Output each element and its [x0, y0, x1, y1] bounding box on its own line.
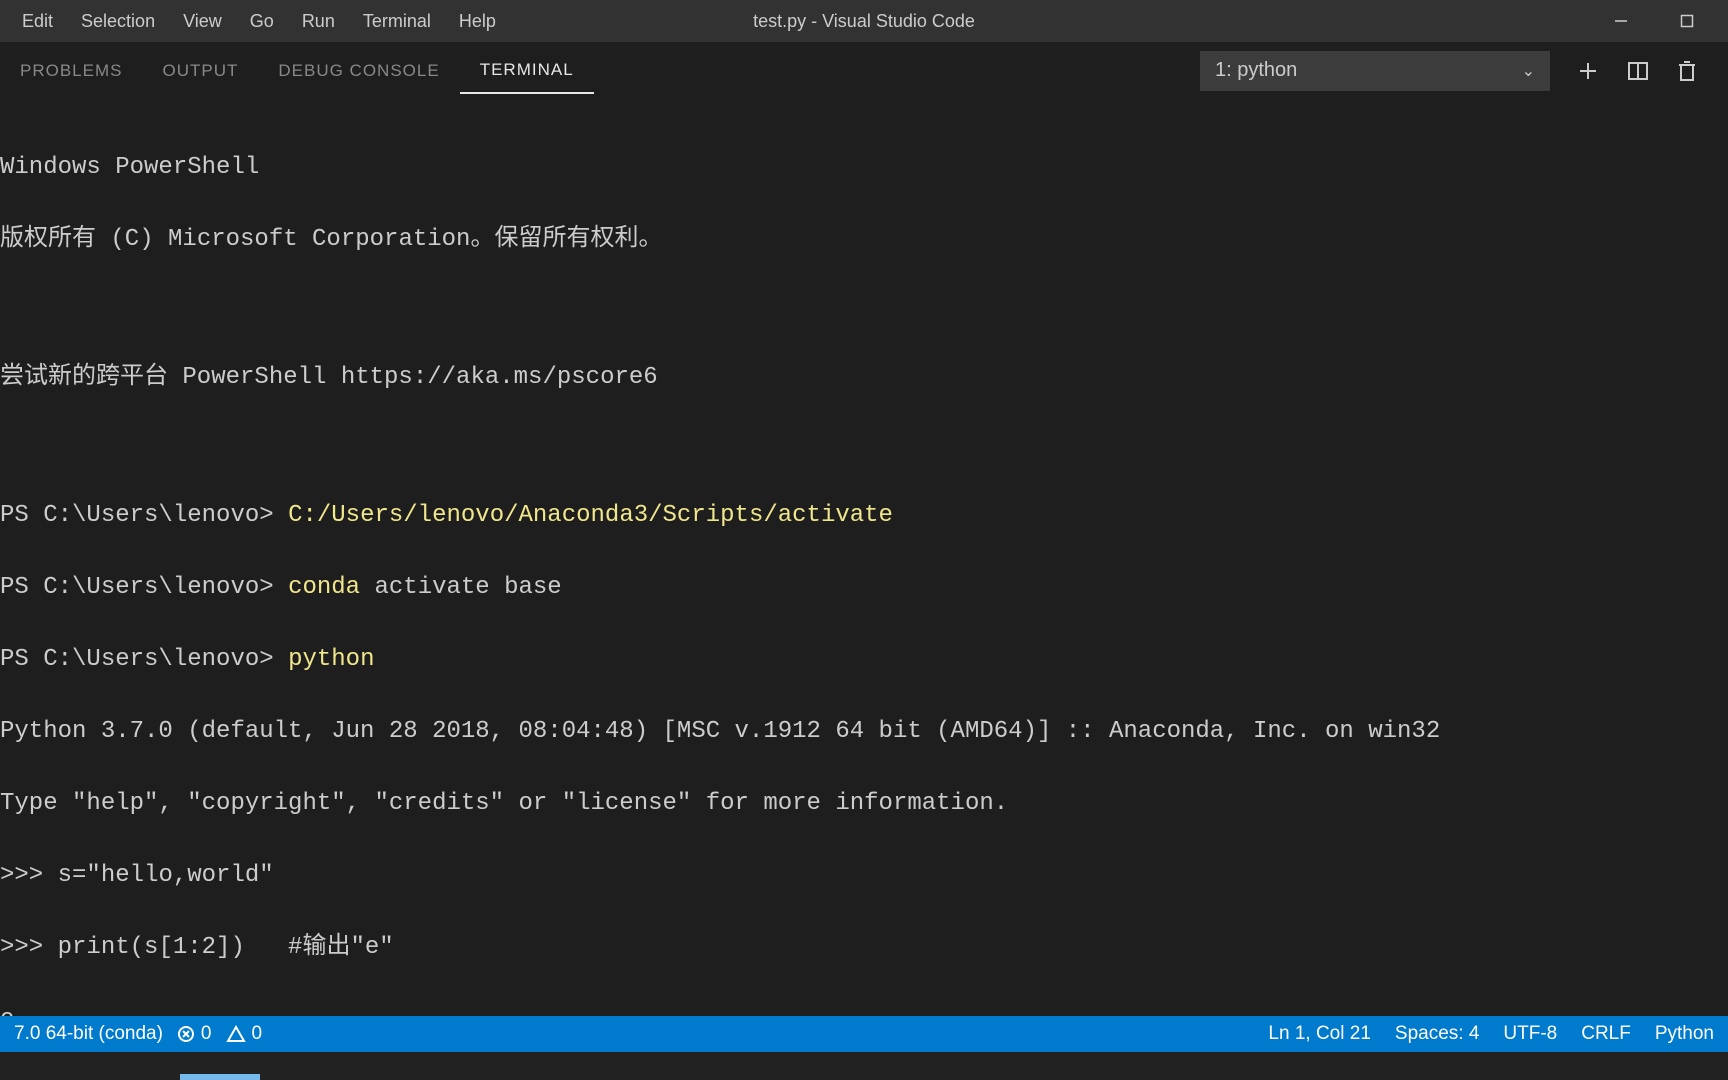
- status-cursor-position[interactable]: Ln 1, Col 21: [1268, 1023, 1370, 1045]
- maximize-icon: [1680, 14, 1694, 28]
- py-input: s="hello,world": [43, 862, 273, 889]
- status-interpreter[interactable]: 7.0 64-bit (conda): [14, 1023, 163, 1045]
- terminal-line: Python 3.7.0 (default, Jun 28 2018, 08:0…: [0, 714, 1728, 750]
- menu-bar: Edit Selection View Go Run Terminal Help: [8, 5, 510, 38]
- window-title: test.py - Visual Studio Code: [753, 11, 975, 32]
- terminal-line: 版权所有 (C) Microsoft Corporation。保留所有权利。: [0, 222, 1728, 258]
- split-icon: [1626, 59, 1650, 83]
- status-encoding[interactable]: UTF-8: [1503, 1023, 1557, 1045]
- minimize-icon: [1614, 14, 1628, 28]
- terminal-content[interactable]: Windows PowerShell 版权所有 (C) Microsoft Co…: [0, 100, 1728, 1080]
- menu-selection[interactable]: Selection: [67, 5, 169, 38]
- new-terminal-button[interactable]: [1576, 59, 1600, 83]
- cmd-text: C:/Users/lenovo/Anaconda3/Scripts/activa…: [288, 502, 893, 529]
- trash-icon: [1676, 59, 1698, 83]
- menu-go[interactable]: Go: [236, 5, 288, 38]
- status-errors-count: 0: [201, 1023, 212, 1045]
- status-eol[interactable]: CRLF: [1581, 1023, 1631, 1045]
- titlebar: Edit Selection View Go Run Terminal Help…: [0, 0, 1728, 42]
- window-controls: [1598, 6, 1720, 36]
- kill-terminal-button[interactable]: [1676, 59, 1698, 83]
- terminal-line: >>> s="hello,world": [0, 858, 1728, 894]
- menu-terminal[interactable]: Terminal: [349, 5, 445, 38]
- menu-run[interactable]: Run: [288, 5, 349, 38]
- tab-terminal[interactable]: TERMINAL: [460, 48, 594, 94]
- menu-view[interactable]: View: [169, 5, 236, 38]
- cmd-text: conda: [288, 574, 360, 601]
- terminal-line: PS C:\Users\lenovo> python: [0, 642, 1728, 678]
- tab-debug-console[interactable]: DEBUG CONSOLE: [258, 49, 459, 93]
- status-language[interactable]: Python: [1655, 1023, 1714, 1045]
- terminal-line: PS C:\Users\lenovo> conda activate base: [0, 570, 1728, 606]
- status-errors[interactable]: 0: [177, 1023, 212, 1045]
- tab-problems[interactable]: PROBLEMS: [0, 49, 142, 93]
- error-icon: [177, 1025, 195, 1043]
- warning-icon: [226, 1025, 246, 1043]
- status-indent[interactable]: Spaces: 4: [1395, 1023, 1480, 1045]
- os-taskbar[interactable]: [0, 1052, 1728, 1080]
- cmd-text: python: [288, 646, 374, 673]
- menu-help[interactable]: Help: [445, 5, 510, 38]
- chevron-down-icon: ⌄: [1522, 61, 1535, 81]
- terminal-line: 尝试新的跨平台 PowerShell https://aka.ms/pscore…: [0, 360, 1728, 396]
- panel-actions: 1: python ⌄: [1200, 51, 1718, 91]
- plus-icon: [1576, 59, 1600, 83]
- ps-prompt: PS C:\Users\lenovo>: [0, 574, 274, 601]
- tab-output[interactable]: OUTPUT: [142, 49, 258, 93]
- minimize-button[interactable]: [1598, 6, 1644, 36]
- ps-prompt: PS C:\Users\lenovo>: [0, 646, 274, 673]
- py-prompt: >>>: [0, 862, 43, 889]
- status-bar: 7.0 64-bit (conda) 0 0 Ln 1, Col 21 Spac…: [0, 1016, 1728, 1052]
- terminal-selector-value: 1: python: [1215, 59, 1297, 82]
- panel-tab-bar: PROBLEMS OUTPUT DEBUG CONSOLE TERMINAL 1…: [0, 42, 1728, 100]
- ps-prompt: PS C:\Users\lenovo>: [0, 502, 274, 529]
- status-warnings[interactable]: 0: [226, 1023, 263, 1045]
- terminal-selector[interactable]: 1: python ⌄: [1200, 51, 1550, 91]
- terminal-line: Type "help", "copyright", "credits" or "…: [0, 786, 1728, 822]
- taskbar-active-indicator: [180, 1074, 260, 1080]
- cmd-text: activate base: [360, 574, 562, 601]
- terminal-line: Windows PowerShell: [0, 150, 1728, 186]
- split-terminal-button[interactable]: [1626, 59, 1650, 83]
- menu-edit[interactable]: Edit: [8, 5, 67, 38]
- terminal-line: PS C:\Users\lenovo> C:/Users/lenovo/Anac…: [0, 498, 1728, 534]
- py-input: print(s[1:2]) #输出"e": [43, 934, 393, 961]
- terminal-line: >>> print(s[1:2]) #输出"e": [0, 930, 1728, 966]
- py-prompt: >>>: [0, 934, 43, 961]
- status-warnings-count: 0: [252, 1023, 263, 1045]
- maximize-button[interactable]: [1664, 6, 1710, 36]
